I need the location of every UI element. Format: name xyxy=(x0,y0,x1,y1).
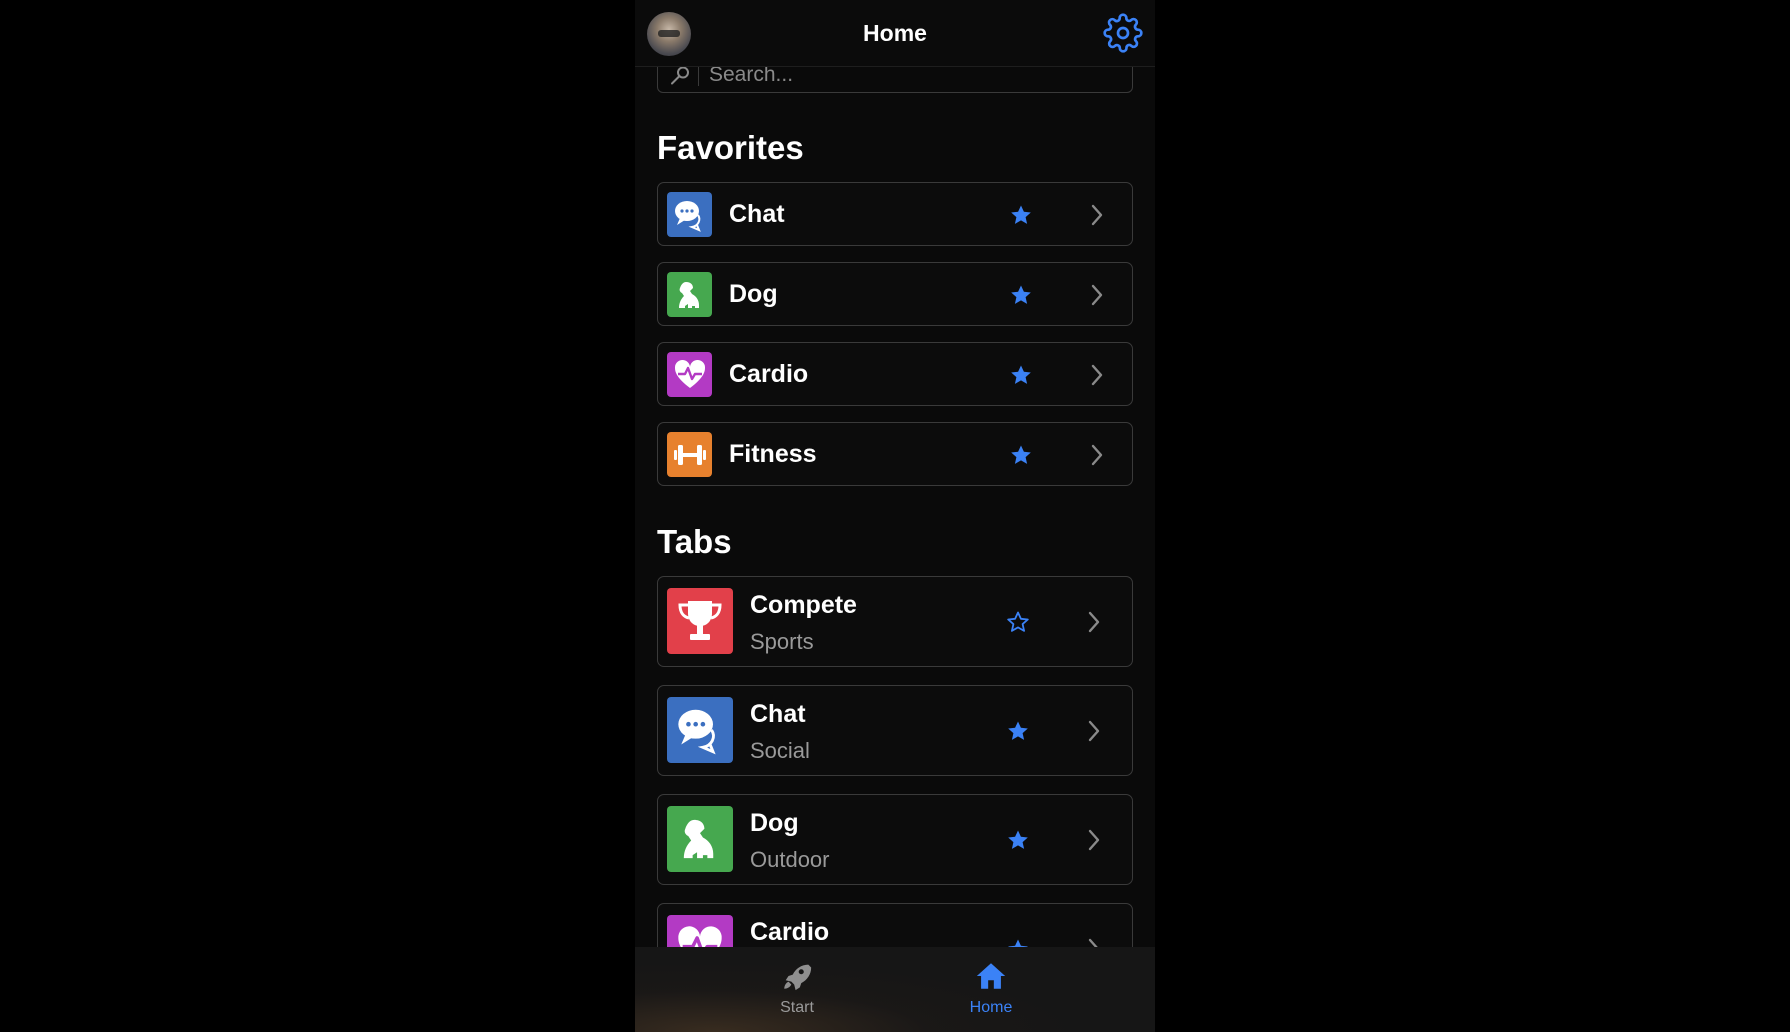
favorite-item-dog[interactable]: Dog xyxy=(657,262,1133,326)
dog-icon xyxy=(667,806,733,872)
chevron-right-icon xyxy=(1091,364,1103,386)
nav-start-label: Start xyxy=(780,999,814,1016)
tab-category: Social xyxy=(750,738,810,763)
dumbbell-icon xyxy=(667,432,712,477)
chat-icon xyxy=(667,192,712,237)
heart-pulse-icon xyxy=(667,352,712,397)
favorite-item-cardio[interactable]: Cardio xyxy=(657,342,1133,406)
tab-item-compete[interactable]: Compete Sports xyxy=(657,576,1133,667)
nav-home-tab[interactable]: Home xyxy=(931,959,1051,1029)
top-bar: Home xyxy=(635,0,1155,67)
tab-item-dog[interactable]: Dog Outdoor xyxy=(657,794,1133,885)
search-icon xyxy=(671,66,689,85)
star-filled-icon[interactable] xyxy=(1009,283,1033,307)
search-divider xyxy=(698,64,699,86)
chevron-right-icon xyxy=(1091,444,1103,466)
tabs-heading: Tabs xyxy=(657,523,732,560)
chevron-right-icon xyxy=(1088,720,1100,742)
tab-category: Sports xyxy=(750,629,814,654)
scroll-content[interactable]: Search... Favorites Chat Dog Cardio Fitn… xyxy=(635,55,1155,994)
tab-label: Compete xyxy=(750,591,857,619)
tab-item-chat[interactable]: Chat Social xyxy=(657,685,1133,776)
tab-label: Cardio xyxy=(750,918,830,946)
chevron-right-icon xyxy=(1091,284,1103,306)
favorite-item-chat[interactable]: Chat xyxy=(657,182,1133,246)
app-screen: Home Search... Favorites Chat Dog Cardio… xyxy=(635,0,1155,1032)
favorite-label: Fitness xyxy=(729,440,817,468)
gear-icon[interactable] xyxy=(1103,13,1143,53)
nav-home-label: Home xyxy=(969,999,1013,1016)
favorite-label: Dog xyxy=(729,280,778,308)
star-filled-icon[interactable] xyxy=(1006,719,1030,743)
chevron-right-icon xyxy=(1091,204,1103,226)
bottom-tab-bar: Start Home xyxy=(635,947,1155,1032)
star-filled-icon[interactable] xyxy=(1009,363,1033,387)
star-filled-icon[interactable] xyxy=(1009,443,1033,467)
chevron-right-icon xyxy=(1088,611,1100,633)
star-filled-icon[interactable] xyxy=(1006,828,1030,852)
star-filled-icon[interactable] xyxy=(1009,203,1033,227)
page-title: Home xyxy=(863,20,927,46)
trophy-icon xyxy=(667,588,733,654)
dog-icon xyxy=(667,272,712,317)
favorites-heading: Favorites xyxy=(657,129,804,166)
rocket-icon xyxy=(784,964,812,991)
chat-icon xyxy=(667,697,733,763)
favorite-item-fitness[interactable]: Fitness xyxy=(657,422,1133,486)
tab-label: Chat xyxy=(750,700,806,728)
nav-start-tab[interactable]: Start xyxy=(737,959,857,1029)
favorite-label: Chat xyxy=(729,200,785,228)
favorite-label: Cardio xyxy=(729,360,809,388)
chevron-right-icon xyxy=(1088,829,1100,851)
tab-category: Outdoor xyxy=(750,847,830,872)
tab-label: Dog xyxy=(750,809,799,837)
home-icon xyxy=(976,963,1006,989)
star-outline-icon[interactable] xyxy=(1006,610,1030,634)
